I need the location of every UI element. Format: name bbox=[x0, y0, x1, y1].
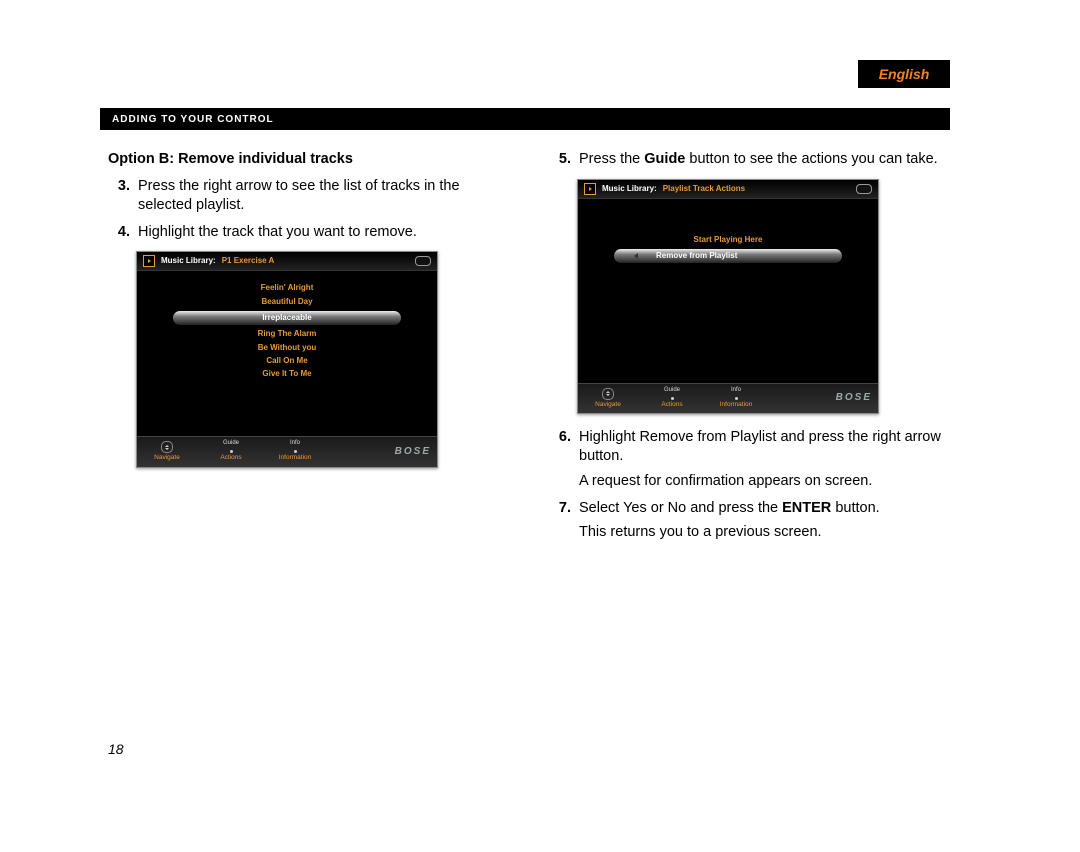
dot-icon bbox=[735, 397, 738, 400]
footer-guide-bot: Actions bbox=[661, 401, 682, 409]
manual-page: English ADDING TO YOUR CONTROL Option B:… bbox=[0, 0, 1080, 852]
list-item: Feelin' Alright bbox=[261, 283, 314, 293]
step-7: 7. Select Yes or No and press the ENTER … bbox=[549, 499, 950, 543]
selected-label: Remove from Playlist bbox=[656, 251, 737, 261]
step-number: 3. bbox=[108, 177, 130, 215]
step-text: Highlight the track that you want to rem… bbox=[138, 223, 509, 242]
step-number: 7. bbox=[549, 499, 571, 543]
footer-info-bot: Information bbox=[720, 401, 753, 409]
bose-logo: BOSE bbox=[836, 391, 872, 404]
device-title-main: Music Library: bbox=[602, 184, 657, 194]
left-steps: 3. Press the right arrow to see the list… bbox=[108, 177, 509, 242]
page-number: 18 bbox=[108, 741, 124, 757]
pill-icon bbox=[415, 256, 431, 266]
list-item: Ring The Alarm bbox=[258, 329, 317, 339]
list-item: Call On Me bbox=[266, 356, 307, 366]
footer-guide-top: Guide bbox=[223, 440, 239, 448]
footer-navigate: Navigate bbox=[584, 388, 632, 409]
play-icon bbox=[584, 183, 596, 195]
footer-navigate-label: Navigate bbox=[154, 454, 180, 462]
device-screenshot-tracks: Music Library: P1 Exercise A Feelin' Alr… bbox=[136, 251, 438, 467]
step-text: Press the Guide button to see the action… bbox=[579, 150, 950, 169]
step-text: Select Yes or No and press the ENTER but… bbox=[579, 499, 950, 543]
device-body: Start Playing Here Remove from Playlist bbox=[578, 199, 878, 383]
step-6: 6. Highlight Remove from Playlist and pr… bbox=[549, 428, 950, 491]
play-icon bbox=[143, 255, 155, 267]
list-item: Be Without you bbox=[258, 343, 317, 353]
footer-guide: Guide Actions bbox=[207, 440, 255, 462]
option-b-title: Option B: Remove individual tracks bbox=[108, 150, 509, 169]
step-sub: A request for confirmation appears on sc… bbox=[579, 472, 950, 491]
section-header: ADDING TO YOUR CONTROL bbox=[100, 108, 950, 130]
list-item: Start Playing Here bbox=[694, 235, 763, 245]
footer-guide: Guide Actions bbox=[648, 387, 696, 409]
step-text: Highlight Remove from Playlist and press… bbox=[579, 428, 950, 491]
updown-icon bbox=[161, 441, 173, 453]
step-number: 6. bbox=[549, 428, 571, 491]
step-5: 5. Press the Guide button to see the act… bbox=[549, 150, 950, 169]
selected-label: Irreplaceable bbox=[262, 313, 311, 323]
device-screenshot-actions: Music Library: Playlist Track Actions St… bbox=[577, 179, 879, 414]
bose-logo: BOSE bbox=[395, 445, 431, 458]
device-body: Feelin' Alright Beautiful Day Irreplaceabl… bbox=[137, 271, 437, 436]
device-titlebar: Music Library: Playlist Track Actions bbox=[578, 180, 878, 199]
columns: Option B: Remove individual tracks 3. Pr… bbox=[108, 150, 950, 550]
step-4: 4. Highlight the track that you want to … bbox=[108, 223, 509, 242]
left-column: Option B: Remove individual tracks 3. Pr… bbox=[108, 150, 509, 550]
list-item: Beautiful Day bbox=[261, 297, 312, 307]
footer-guide-bot: Actions bbox=[220, 454, 241, 462]
footer-info-bot: Information bbox=[279, 454, 312, 462]
selected-row: Irreplaceable bbox=[173, 311, 401, 325]
footer-guide-top: Guide bbox=[664, 387, 680, 395]
footer-navigate: Navigate bbox=[143, 441, 191, 462]
footer-info-top: Info bbox=[731, 387, 741, 395]
device-title-sub: P1 Exercise A bbox=[222, 256, 275, 266]
dot-icon bbox=[671, 397, 674, 400]
language-tab: English bbox=[858, 60, 950, 88]
step-sub: This returns you to a previous screen. bbox=[579, 523, 950, 542]
selected-row: Remove from Playlist bbox=[614, 249, 842, 263]
footer-info-top: Info bbox=[290, 440, 300, 448]
footer-navigate-label: Navigate bbox=[595, 401, 621, 409]
arrow-left-icon bbox=[634, 253, 638, 259]
device-title-sub: Playlist Track Actions bbox=[663, 184, 745, 194]
step-number: 5. bbox=[549, 150, 571, 169]
step-main: Select Yes or No and press the ENTER but… bbox=[579, 500, 880, 516]
pill-icon bbox=[856, 184, 872, 194]
dot-icon bbox=[230, 450, 233, 453]
right-steps-a: 5. Press the Guide button to see the act… bbox=[549, 150, 950, 169]
step-main: Highlight Remove from Playlist and press… bbox=[579, 429, 941, 464]
device-titlebar: Music Library: P1 Exercise A bbox=[137, 252, 437, 271]
right-column: 5. Press the Guide button to see the act… bbox=[549, 150, 950, 550]
step-3: 3. Press the right arrow to see the list… bbox=[108, 177, 509, 215]
step-text: Press the right arrow to see the list of… bbox=[138, 177, 509, 215]
device-footer: Navigate Guide Actions Info Information … bbox=[578, 383, 878, 413]
list-item: Give It To Me bbox=[262, 369, 311, 379]
step-number: 4. bbox=[108, 223, 130, 242]
updown-icon bbox=[602, 388, 614, 400]
device-footer: Navigate Guide Actions Info Information … bbox=[137, 436, 437, 466]
footer-info: Info Information bbox=[271, 440, 319, 462]
footer-info: Info Information bbox=[712, 387, 760, 409]
right-steps-b: 6. Highlight Remove from Playlist and pr… bbox=[549, 428, 950, 542]
dot-icon bbox=[294, 450, 297, 453]
device-title-main: Music Library: bbox=[161, 256, 216, 266]
